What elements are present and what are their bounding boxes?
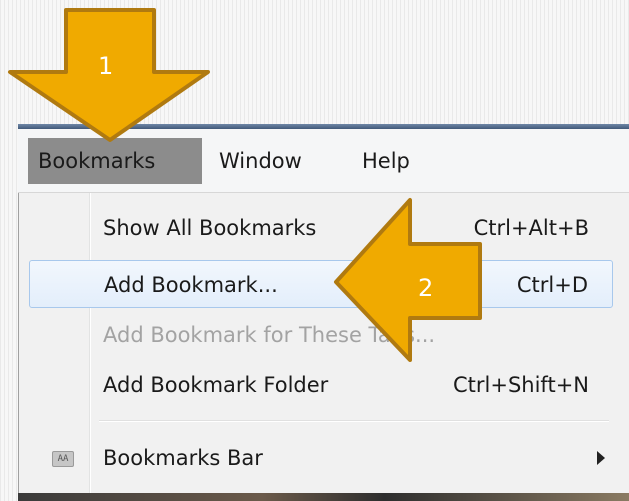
callout-arrows [8,8,482,362]
callout-number-1: 1 [98,52,114,80]
callout-arrow-2 [334,198,482,362]
callout-number-2: 2 [418,274,434,302]
